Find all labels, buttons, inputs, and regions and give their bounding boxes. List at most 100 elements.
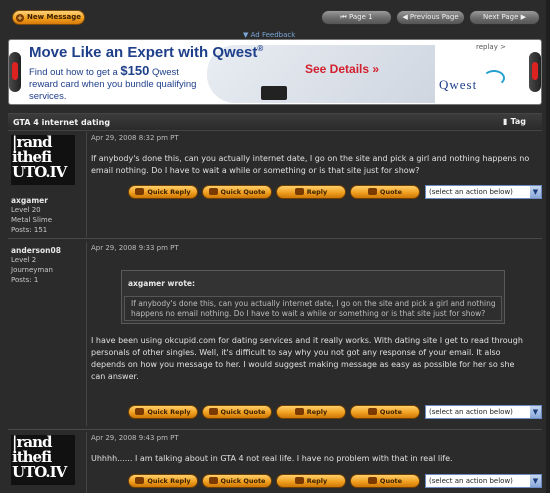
previous-page-label: Previous Page <box>409 13 459 21</box>
post-separator <box>8 429 542 430</box>
reply-icon <box>294 477 304 484</box>
ad-left-handle-icon <box>9 52 21 92</box>
plus-icon: + <box>15 14 24 22</box>
quick-reply-label: Quick Reply <box>147 188 191 196</box>
user-avatar-gta-logo: |rand ithefi UTO.IV <box>11 435 75 485</box>
username[interactable]: anderson08 <box>11 246 61 255</box>
previous-icon: ◀ <box>402 13 410 21</box>
chevron-down-icon: ▼ <box>530 186 541 198</box>
avatar-line-3: UTO.IV <box>12 163 67 181</box>
quick-reply-icon <box>135 477 145 484</box>
post-action-select[interactable]: (select an action below) ▼ <box>425 185 542 199</box>
user-rank: Journeyman <box>11 266 53 274</box>
quick-reply-button[interactable]: Quick Reply <box>128 185 198 199</box>
post-3: |rand ithefi UTO.IV Apr 29, 2008 9:43 pm… <box>8 432 542 493</box>
quick-quote-label: Quick Quote <box>220 408 266 416</box>
quick-quote-label: Quick Quote <box>220 188 266 196</box>
post-actions: Quick Reply Quick Quote Reply Quote (sel… <box>128 185 542 201</box>
quick-quote-button[interactable]: Quick Quote <box>202 185 272 199</box>
first-page-icon: ⏮ <box>340 13 349 21</box>
post-2: anderson08 Level 2 Journeyman Posts: 1 A… <box>8 242 542 426</box>
thread-header: GTA 4 internet dating ▮ Tag <box>8 113 542 131</box>
window-scrollbar[interactable] <box>546 0 550 493</box>
user-level: Level 2 <box>11 256 37 264</box>
reply-label: Reply <box>306 477 328 485</box>
quick-reply-label: Quick Reply <box>147 477 191 485</box>
quick-quote-label: Quick Quote <box>220 477 266 485</box>
username[interactable]: axgamer <box>11 196 52 205</box>
ad-banner[interactable]: Move Like an Expert with Qwest® Find out… <box>8 39 542 105</box>
quick-reply-label: Quick Reply <box>147 408 191 416</box>
quote-label: Quote <box>379 408 403 416</box>
tag-button[interactable]: ▮ Tag <box>503 117 526 126</box>
quote-text: If anybody's done this, can you actually… <box>131 299 496 318</box>
qwest-swoosh-icon <box>483 70 505 86</box>
quick-quote-button[interactable]: Quick Quote <box>202 474 272 488</box>
previous-page-button[interactable]: ◀ Previous Page <box>396 10 465 25</box>
reply-label: Reply <box>306 188 328 196</box>
post-action-select[interactable]: (select an action below) ▼ <box>425 474 542 488</box>
thread-title: GTA 4 internet dating <box>13 118 111 127</box>
post-actions: Quick Reply Quick Quote Reply Quote (sel… <box>128 405 542 421</box>
ad-body-amount: $150 <box>120 63 150 78</box>
quote-button[interactable]: Quote <box>350 185 420 199</box>
page-1-button[interactable]: ⏮ Page 1 <box>321 10 392 25</box>
quote-block: axgamer wrote: If anybody's done this, c… <box>121 270 505 324</box>
ad-right-handle-icon <box>529 52 541 92</box>
quick-reply-button[interactable]: Quick Reply <box>128 405 198 419</box>
reply-icon <box>294 188 304 195</box>
user-post-count: Posts: 1 <box>11 276 39 284</box>
user-post-count: Posts: 151 <box>11 226 48 234</box>
post-action-select[interactable]: (select an action below) ▼ <box>425 405 542 419</box>
ad-headline-text: Move Like an Expert with Qwest <box>29 44 258 61</box>
quote-button[interactable]: Quote <box>350 474 420 488</box>
quote-button[interactable]: Quote <box>350 405 420 419</box>
ad-body: Find out how to get a $150 Qwest reward … <box>29 63 207 103</box>
tag-icon: ▮ <box>503 117 508 126</box>
quick-quote-icon <box>208 408 218 415</box>
quick-quote-icon <box>208 188 218 195</box>
post-text: If anybody's done this, can you actually… <box>91 154 530 175</box>
qwest-logo: Qwest <box>439 77 478 92</box>
post-separator <box>8 238 542 239</box>
post-1: |rand ithefi UTO.IV axgamer Level 20 Met… <box>8 132 542 237</box>
ad-remote-image <box>261 86 287 100</box>
ad-see-details-link[interactable]: See Details » <box>305 62 379 76</box>
top-toolbar: + New Message ⏮ Page 1 ◀ Previous Page Ne… <box>0 0 550 39</box>
post-date: Apr 29, 2008 9:33 pm PT <box>91 244 179 252</box>
post-column-divider <box>86 432 87 493</box>
avatar-line-3: UTO.IV <box>12 463 67 481</box>
chevron-down-icon: ▼ <box>530 406 541 418</box>
select-value: (select an action below) <box>429 477 513 485</box>
new-message-label: New Message <box>26 13 82 21</box>
quote-icon <box>367 188 377 195</box>
quote-icon <box>367 408 377 415</box>
ad-feedback-link[interactable]: ▼ Ad Feedback <box>243 31 295 39</box>
quick-quote-icon <box>208 477 218 484</box>
ad-registered-mark: ® <box>257 44 264 53</box>
quick-reply-button[interactable]: Quick Reply <box>128 474 198 488</box>
post-text: I have been using okcupid.com for dating… <box>91 336 523 381</box>
ad-body-line1: Find out how to get a <box>29 67 118 78</box>
quick-reply-icon <box>135 188 145 195</box>
quote-label: Quote <box>379 188 403 196</box>
quick-quote-button[interactable]: Quick Quote <box>202 405 272 419</box>
quote-author: axgamer wrote: <box>128 279 195 288</box>
new-message-button[interactable]: + New Message <box>12 10 85 25</box>
ad-headline: Move Like an Expert with Qwest® <box>29 44 263 61</box>
page-label: Page 1 <box>348 13 373 21</box>
next-page-button[interactable]: Next Page ▶ <box>469 10 540 25</box>
tag-label: Tag <box>510 117 526 126</box>
user-avatar-gta-logo: |rand ithefi UTO.IV <box>11 135 75 185</box>
ad-replay-link[interactable]: replay > <box>476 43 506 51</box>
reply-button[interactable]: Reply <box>276 474 346 488</box>
reply-button[interactable]: Reply <box>276 185 346 199</box>
user-level: Level 20 <box>11 206 41 214</box>
quote-label: Quote <box>379 477 403 485</box>
quick-reply-icon <box>135 408 145 415</box>
post-column-divider <box>86 132 87 237</box>
next-page-label: Next Page <box>482 13 519 21</box>
reply-button[interactable]: Reply <box>276 405 346 419</box>
post-text: Uhhhh...... I am talking about in GTA 4 … <box>91 454 453 463</box>
chevron-down-icon: ▼ <box>530 475 541 487</box>
